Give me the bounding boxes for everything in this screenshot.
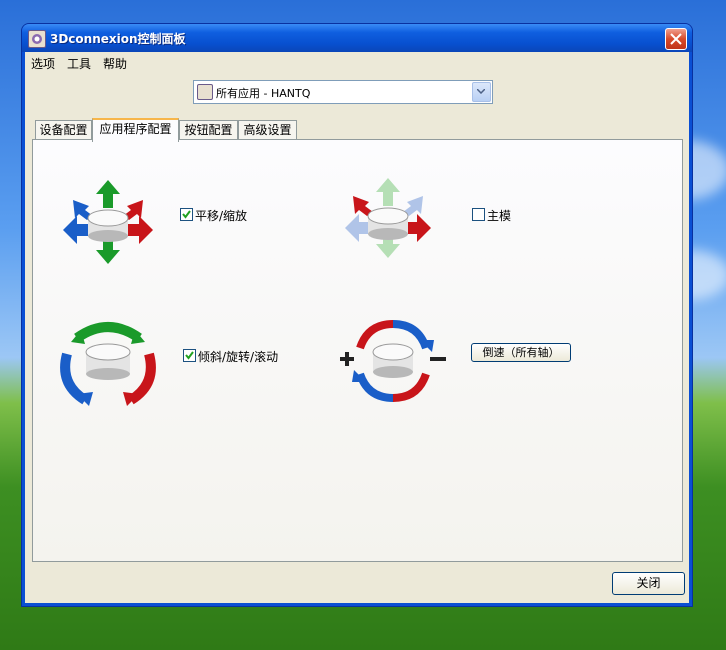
application-select-value: 所有应用 - HANTQ bbox=[216, 87, 311, 100]
speed-all-axes-button[interactable]: 倒速（所有轴） bbox=[471, 343, 571, 362]
tab-button-config[interactable]: 按钮配置 bbox=[179, 120, 238, 140]
menu-help[interactable]: 帮助 bbox=[103, 55, 127, 72]
application-icon bbox=[197, 84, 213, 100]
tab-device-config[interactable]: 设备配置 bbox=[35, 120, 92, 140]
application-select[interactable]: 所有应用 - HANTQ bbox=[193, 80, 493, 104]
tab-app-config[interactable]: 应用程序配置 bbox=[92, 118, 179, 142]
dominant-label: 主模 bbox=[487, 209, 512, 223]
pan-zoom-icon bbox=[63, 180, 153, 264]
menu-bar: 选项 工具 帮助 bbox=[25, 52, 689, 72]
chevron-down-icon bbox=[477, 89, 485, 94]
pan-zoom-checkbox[interactable] bbox=[180, 208, 193, 221]
speed-icon bbox=[340, 320, 446, 402]
control-panel-window: 3Dconnexion控制面板 选项 工具 帮助 所有应用 - HANTQ 设备… bbox=[22, 24, 692, 606]
window-client: 选项 工具 帮助 所有应用 - HANTQ 设备配置 应用程序配置 按钮配置 高… bbox=[25, 52, 689, 603]
tab-panel: 平移/缩放 主模 倾斜/旋转/滚动 倒速（所有轴） bbox=[32, 139, 683, 562]
checkmark-icon bbox=[182, 210, 191, 219]
app-icon bbox=[28, 30, 46, 48]
checkmark-icon bbox=[185, 351, 194, 360]
tab-advanced-settings[interactable]: 高级设置 bbox=[238, 120, 297, 140]
title-bar[interactable]: 3Dconnexion控制面板 bbox=[22, 24, 692, 52]
pan-zoom-label: 平移/缩放 bbox=[195, 209, 248, 223]
dominant-checkbox[interactable] bbox=[472, 208, 485, 221]
window-close-button[interactable] bbox=[665, 28, 687, 50]
menu-tools[interactable]: 工具 bbox=[67, 55, 91, 72]
tilt-spin-roll-label: 倾斜/旋转/滚动 bbox=[198, 350, 279, 364]
window-title: 3Dconnexion控制面板 bbox=[50, 32, 186, 46]
close-button[interactable]: 关闭 bbox=[612, 572, 685, 595]
close-icon bbox=[670, 33, 682, 45]
tilt-spin-roll-checkbox[interactable] bbox=[183, 349, 196, 362]
dropdown-button[interactable] bbox=[472, 82, 491, 102]
dominant-axis-icon bbox=[345, 178, 431, 258]
tilt-spin-roll-icon bbox=[60, 322, 156, 406]
menu-options[interactable]: 选项 bbox=[31, 55, 55, 72]
